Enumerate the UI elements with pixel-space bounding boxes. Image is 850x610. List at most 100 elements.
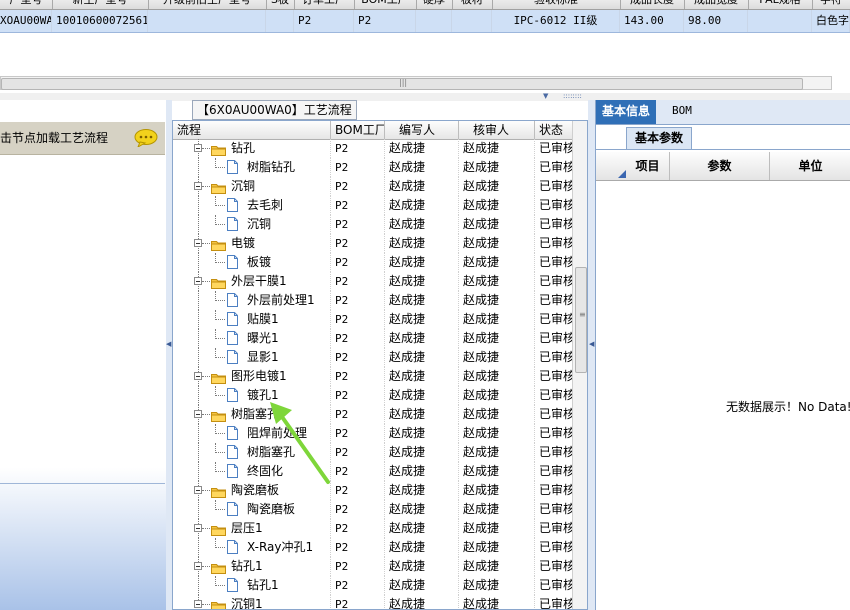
writer-cell[interactable]: 赵成捷 [385, 139, 459, 158]
product-grid-cell[interactable] [148, 10, 266, 32]
column-param[interactable]: 参数 [670, 152, 770, 180]
writer-cell[interactable]: 赵成捷 [385, 215, 459, 234]
writer-cell[interactable]: 赵成捷 [385, 595, 459, 609]
product-grid-header-cell[interactable]: PAL规格 [748, 0, 813, 9]
product-grid-header-cell[interactable]: 板材 [452, 0, 493, 9]
table-row[interactable]: 电镀 P2 赵成捷 赵成捷 已审核 [173, 234, 573, 253]
product-grid-cell[interactable] [416, 10, 452, 32]
table-row[interactable]: 钻孔1 P2 赵成捷 赵成捷 已审核 [173, 557, 573, 576]
reviewer-cell[interactable]: 赵成捷 [459, 329, 535, 348]
table-row[interactable]: 陶瓷磨板 P2 赵成捷 赵成捷 已审核 [173, 481, 573, 500]
product-grid-header-cell[interactable]: 升级前旧生产型号 [148, 0, 267, 9]
status-cell[interactable]: 已审核 [535, 481, 573, 500]
tree-node-cell[interactable]: 显影1 [173, 348, 331, 367]
product-grid-header-cell[interactable]: 成品宽度 [684, 0, 749, 9]
tree-node-cell[interactable]: 图形电镀1 [173, 367, 331, 386]
table-row[interactable]: 板镀 P2 赵成捷 赵成捷 已审核 [173, 253, 573, 272]
status-cell[interactable]: 已审核 [535, 443, 573, 462]
reviewer-cell[interactable]: 赵成捷 [459, 158, 535, 177]
tree-node-label[interactable]: 沉铜1 [231, 595, 263, 609]
tree-node-label[interactable]: X-Ray冲孔1 [247, 538, 313, 557]
tree-node-label[interactable]: 树脂钻孔 [247, 158, 295, 177]
bom-plant-cell[interactable]: P2 [331, 538, 385, 557]
status-cell[interactable]: 已审核 [535, 329, 573, 348]
status-cell[interactable]: 已审核 [535, 234, 573, 253]
writer-cell[interactable]: 赵成捷 [385, 386, 459, 405]
product-grid-header-cell[interactable]: 字符 [812, 0, 850, 9]
tree-node-label[interactable]: 钻孔1 [231, 557, 263, 576]
bom-plant-cell[interactable]: P2 [331, 557, 385, 576]
status-cell[interactable]: 已审核 [535, 386, 573, 405]
product-grid-cell[interactable] [748, 10, 812, 32]
reviewer-cell[interactable]: 赵成捷 [459, 481, 535, 500]
collapse-down-icon[interactable]: ▼ [543, 92, 548, 100]
reviewer-cell[interactable]: 赵成捷 [459, 443, 535, 462]
collapse-node-icon[interactable] [194, 372, 202, 380]
bom-plant-cell[interactable]: P2 [331, 310, 385, 329]
tree-node-cell[interactable]: X-Ray冲孔1 [173, 538, 331, 557]
status-cell[interactable]: 已审核 [535, 348, 573, 367]
tree-node-cell[interactable]: 外层干膜1 [173, 272, 331, 291]
product-grid-header-cell[interactable]: 订单工厂 [294, 0, 355, 9]
reviewer-cell[interactable]: 赵成捷 [459, 234, 535, 253]
tree-node-label[interactable]: 外层前处理1 [247, 291, 315, 310]
writer-cell[interactable]: 赵成捷 [385, 158, 459, 177]
table-row[interactable]: 终固化 P2 赵成捷 赵成捷 已审核 [173, 462, 573, 481]
product-grid-cell[interactable] [266, 10, 294, 32]
status-cell[interactable]: 已审核 [535, 576, 573, 595]
writer-cell[interactable]: 赵成捷 [385, 576, 459, 595]
tree-node-label[interactable]: 沉铜 [247, 215, 271, 234]
tree-node-cell[interactable]: 层压1 [173, 519, 331, 538]
bom-plant-cell[interactable]: P2 [331, 272, 385, 291]
reviewer-cell[interactable]: 赵成捷 [459, 538, 535, 557]
writer-cell[interactable]: 赵成捷 [385, 348, 459, 367]
table-row[interactable]: X-Ray冲孔1 P2 赵成捷 赵成捷 已审核 [173, 538, 573, 557]
tree-node-label[interactable]: 板镀 [247, 253, 271, 272]
tree-node-cell[interactable]: 贴膜1 [173, 310, 331, 329]
table-row[interactable]: 显影1 P2 赵成捷 赵成捷 已审核 [173, 348, 573, 367]
tree-node-cell[interactable]: 钻孔1 [173, 576, 331, 595]
collapse-node-icon[interactable] [194, 144, 202, 152]
tree-node-cell[interactable]: 树脂钻孔 [173, 158, 331, 177]
writer-cell[interactable]: 赵成捷 [385, 481, 459, 500]
product-grid-cell[interactable]: XOAU00WAO [0, 10, 52, 32]
tree-node-label[interactable]: 显影1 [247, 348, 279, 367]
bom-plant-cell[interactable]: P2 [331, 367, 385, 386]
collapse-node-icon[interactable] [194, 277, 202, 285]
writer-cell[interactable]: 赵成捷 [385, 519, 459, 538]
right-splitter[interactable] [588, 100, 595, 610]
table-row[interactable]: 沉铜1 P2 赵成捷 赵成捷 已审核 [173, 595, 573, 609]
tree-node-label[interactable]: 陶瓷磨板 [247, 500, 295, 519]
table-row[interactable]: 树脂塞孔 P2 赵成捷 赵成捷 已审核 [173, 405, 573, 424]
table-row[interactable]: 贴膜1 P2 赵成捷 赵成捷 已审核 [173, 310, 573, 329]
tree-node-label[interactable]: 外层干膜1 [231, 272, 287, 291]
bom-plant-cell[interactable]: P2 [331, 196, 385, 215]
reviewer-cell[interactable]: 赵成捷 [459, 557, 535, 576]
tree-node-label[interactable]: 层压1 [231, 519, 263, 538]
column-unit[interactable]: 单位 [770, 152, 850, 180]
product-grid-header-cell[interactable]: 产型号 [0, 0, 53, 9]
column-writer[interactable]: 编写人 [385, 121, 459, 139]
product-grid-cell[interactable]: 10010600072561 [52, 10, 148, 32]
table-row[interactable]: 曝光1 P2 赵成捷 赵成捷 已审核 [173, 329, 573, 348]
table-row[interactable]: 镀孔1 P2 赵成捷 赵成捷 已审核 [173, 386, 573, 405]
subtab-basic-params[interactable]: 基本参数 [626, 127, 693, 149]
column-status[interactable]: 状态 [535, 121, 573, 139]
column-flow[interactable]: 流程 [173, 121, 331, 139]
writer-cell[interactable]: 赵成捷 [385, 253, 459, 272]
writer-cell[interactable]: 赵成捷 [385, 234, 459, 253]
reviewer-cell[interactable]: 赵成捷 [459, 367, 535, 386]
bom-plant-cell[interactable]: P2 [331, 234, 385, 253]
reviewer-cell[interactable]: 赵成捷 [459, 595, 535, 609]
reviewer-cell[interactable]: 赵成捷 [459, 272, 535, 291]
bom-plant-cell[interactable]: P2 [331, 500, 385, 519]
status-cell[interactable]: 已审核 [535, 424, 573, 443]
bom-plant-cell[interactable]: P2 [331, 595, 385, 609]
writer-cell[interactable]: 赵成捷 [385, 329, 459, 348]
reviewer-cell[interactable]: 赵成捷 [459, 519, 535, 538]
tree-node-cell[interactable]: 电镀 [173, 234, 331, 253]
writer-cell[interactable]: 赵成捷 [385, 424, 459, 443]
collapse-right-icon[interactable]: ◀ [589, 340, 594, 348]
table-row[interactable]: 去毛刺 P2 赵成捷 赵成捷 已审核 [173, 196, 573, 215]
reviewer-cell[interactable]: 赵成捷 [459, 177, 535, 196]
